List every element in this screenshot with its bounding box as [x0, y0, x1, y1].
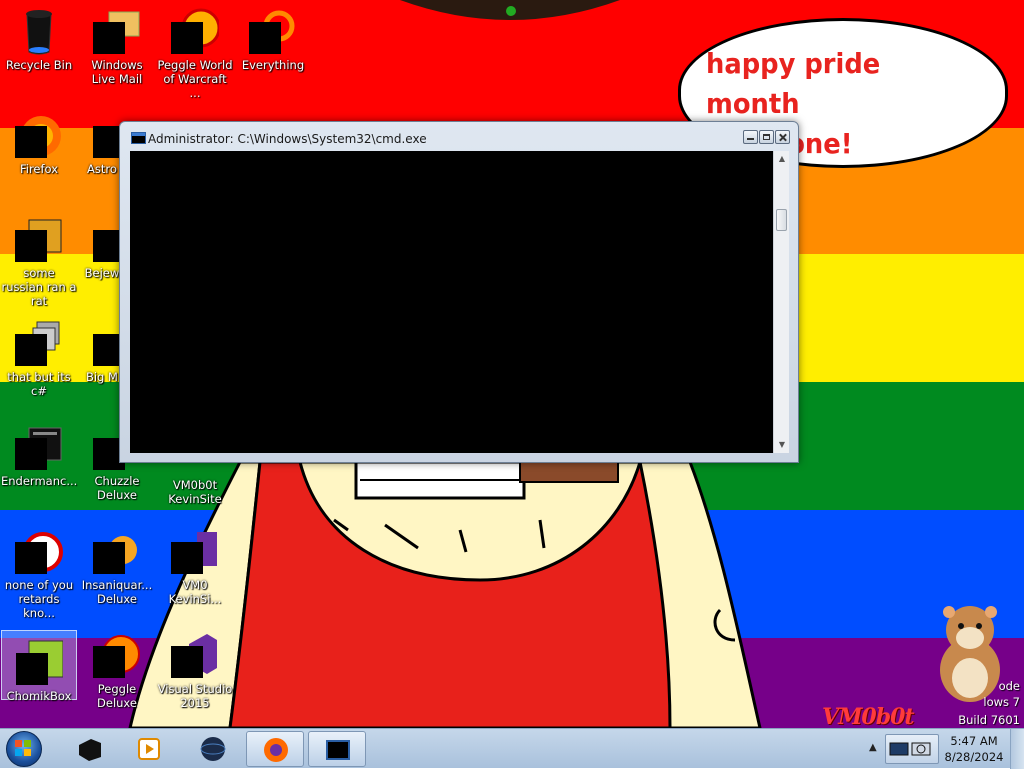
watermark-line-1: ode — [998, 679, 1020, 693]
desktop-icon-everything[interactable]: Everything — [235, 0, 311, 80]
windows-logo-icon — [15, 740, 31, 756]
watermark-line-2: lows 7 — [983, 695, 1020, 709]
censor-block — [171, 542, 203, 574]
taskbar-button-cmd[interactable] — [308, 731, 366, 767]
close-button[interactable] — [775, 130, 790, 144]
desktop-icon-label: Everything — [241, 58, 305, 72]
console-output[interactable] — [130, 151, 773, 453]
scroll-down-icon[interactable]: ▼ — [774, 437, 790, 453]
firefox-icon — [264, 738, 288, 762]
censor-block — [15, 334, 47, 366]
clock-date: 8/28/2024 — [944, 750, 1004, 764]
network-icon — [889, 742, 931, 756]
start-button[interactable] — [4, 730, 44, 768]
desktop-icon-recycle-bin[interactable]: Recycle Bin — [1, 0, 77, 80]
maximize-button[interactable] — [759, 130, 774, 144]
censor-block — [171, 22, 203, 54]
desktop-icon-that-but-its-csharp[interactable]: that but its c# — [1, 312, 77, 398]
desktop-icon-peggle-deluxe[interactable]: Peggle Deluxe — [79, 624, 155, 710]
desktop-icon-label: Chuzzle Deluxe — [94, 474, 140, 502]
censor-block — [15, 542, 47, 574]
desktop-icon-none-of-you[interactable]: none of you retards kno... — [1, 520, 77, 620]
show-hidden-icons-icon[interactable]: ▲ — [869, 742, 877, 753]
watermark-line-3: Build 7601 — [958, 713, 1020, 727]
cmd-window-icon — [131, 132, 146, 144]
desktop-icon-visual-studio-2015[interactable]: Visual Studio 2015 — [157, 624, 233, 716]
desktop-icon-endermanc[interactable]: Endermanc... — [1, 416, 77, 508]
cmd-window[interactable]: Administrator: C:\Windows\System32\cmd.e… — [119, 121, 799, 463]
desktop-icon-label: Insaniquar... Deluxe — [81, 578, 153, 606]
system-tray: ▲ 5:47 AM 8/28/2024 — [863, 729, 1024, 769]
clock[interactable]: 5:47 AM 8/28/2024 — [943, 733, 1005, 765]
window-controls — [742, 130, 790, 149]
censor-block — [249, 22, 281, 54]
taskbar-button-cmd-pinned[interactable] — [60, 731, 118, 767]
censor-block — [93, 22, 125, 54]
censor-block — [15, 230, 47, 262]
clock-time: 5:47 AM — [950, 734, 998, 748]
desktop-icon-vm0-kevinsite[interactable]: VM0 KevinSi... — [157, 520, 233, 612]
cmd-icon — [326, 740, 350, 760]
desktop-icon-label: Peggle World of Warcraft ... — [157, 58, 233, 100]
taskbar-button-globe[interactable] — [184, 731, 242, 767]
desktop-icon-some-russian-ran-a-rat[interactable]: some russian ran a rat — [1, 208, 77, 308]
desktop-icon-label: that but its c# — [7, 370, 71, 398]
show-desktop-button[interactable] — [1010, 729, 1024, 769]
desktop-icon-label: none of you retards kno... — [4, 578, 74, 620]
desktop-icon-label: Endermanc... — [1, 474, 78, 488]
desktop-icon-label: Windows Live Mail — [91, 58, 143, 86]
desktop-icon-label: Recycle Bin — [5, 58, 73, 72]
desktop-icon-label: ChomikBox — [6, 689, 72, 703]
cmd-window-title: Administrator: C:\Windows\System32\cmd.e… — [148, 132, 427, 146]
censor-block — [171, 646, 203, 678]
vm0b0t-logo: VM0b0t — [822, 704, 915, 730]
tray-icons[interactable] — [885, 734, 939, 764]
scroll-up-icon[interactable]: ▲ — [774, 151, 790, 167]
desktop-icon-label: VM0b0t KevinSite — [168, 478, 222, 506]
vertical-scrollbar[interactable]: ▲ ▼ — [773, 151, 789, 453]
desktop-icon-label: some russian ran a rat — [1, 266, 77, 308]
desktop-icon-windows-live-mail[interactable]: Windows Live Mail — [79, 0, 155, 92]
desktop-icon-label: Peggle Deluxe — [97, 682, 137, 710]
desktop-icon-firefox[interactable]: Firefox — [1, 104, 77, 184]
scrollbar-thumb[interactable] — [776, 209, 787, 231]
censor-block — [16, 653, 48, 685]
globe-icon — [200, 737, 226, 761]
recycle-bin-icon — [15, 6, 63, 55]
taskbar-button-firefox[interactable] — [246, 731, 304, 767]
desktop-icon-label: Visual Studio 2015 — [157, 682, 233, 710]
media-player-icon — [138, 738, 160, 760]
desktop-icon-chomikbox[interactable]: ChomikBox — [1, 630, 77, 703]
censor-block — [15, 438, 47, 470]
desktop-icon-insaniquarium-deluxe[interactable]: Insaniquar... Deluxe — [79, 520, 155, 612]
taskbar-button-media-player[interactable] — [120, 731, 178, 767]
desktop-icon-label: VM0 KevinSi... — [168, 578, 222, 606]
minimize-button[interactable] — [743, 130, 758, 144]
taskbar: ▲ 5:47 AM 8/28/2024 — [0, 728, 1024, 769]
censor-block — [93, 646, 125, 678]
cmd-pinned-icon — [79, 739, 101, 761]
desktop-icon-label: Firefox — [19, 162, 59, 176]
censor-block — [15, 126, 47, 158]
desktop-icon-peggle-world-of-warcraft[interactable]: Peggle World of Warcraft ... — [157, 0, 233, 100]
censor-block — [93, 542, 125, 574]
bubble-line-1: happy pride month — [706, 47, 881, 120]
